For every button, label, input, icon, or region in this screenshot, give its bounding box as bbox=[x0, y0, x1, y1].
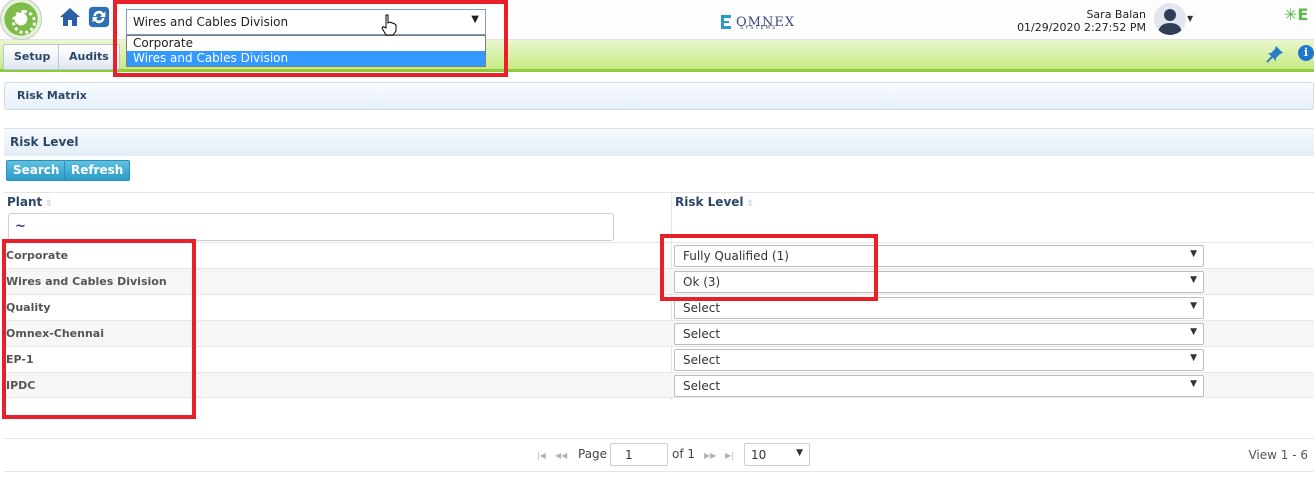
toolbar-divider bbox=[116, 2, 126, 38]
info-icon[interactable]: i bbox=[1298, 45, 1314, 61]
risk-level-value: Select bbox=[683, 301, 721, 315]
table-row: Wires and Cables Division Ok (3) ▼ bbox=[4, 268, 1314, 294]
page-label: Page bbox=[578, 447, 608, 461]
chevron-down-icon: ▼ bbox=[471, 14, 479, 25]
nav-item-setup[interactable]: Setup bbox=[3, 44, 62, 70]
pin-icon[interactable] bbox=[1266, 45, 1284, 63]
chevron-down-icon: ▼ bbox=[1190, 327, 1197, 337]
brand-logo: OMNEX SYSTEMS bbox=[718, 10, 795, 34]
chevron-down-icon: ▼ bbox=[1190, 379, 1197, 389]
risk-level-select[interactable]: Select ▼ bbox=[674, 375, 1204, 397]
next-page-icon[interactable]: ▶▶ bbox=[704, 451, 716, 460]
plant-select[interactable]: Wires and Cables Division ▼ bbox=[126, 9, 486, 35]
risk-level-select[interactable]: Select ▼ bbox=[674, 323, 1204, 345]
page-size-value: 10 bbox=[751, 448, 767, 462]
page-count: of 1 bbox=[672, 447, 696, 461]
nav-item-audits[interactable]: Audits bbox=[58, 44, 120, 70]
grid-pager: |◀ ◀◀ Page 1 of 1 ▶▶ ▶| 10 ▼ View 1 - 6 bbox=[4, 438, 1314, 472]
refresh-icon[interactable] bbox=[88, 6, 110, 28]
dropdown-option-wires[interactable]: Wires and Cables Division bbox=[127, 51, 485, 66]
right-logo: ✳E bbox=[1284, 5, 1309, 24]
user-avatar-icon[interactable] bbox=[1154, 3, 1186, 35]
breadcrumb: Risk Matrix bbox=[4, 82, 1314, 110]
right-logo-letter: E bbox=[1297, 5, 1309, 24]
refresh-button[interactable]: Refresh bbox=[64, 160, 131, 181]
brand-subtitle: SYSTEMS bbox=[740, 25, 778, 31]
column-header-risk-level-label: Risk Level bbox=[675, 195, 744, 209]
plant-select-value: Wires and Cables Division bbox=[133, 15, 289, 29]
session-datetime: 01/29/2020 2:27:52 PM bbox=[1017, 21, 1146, 34]
risk-level-value: Select bbox=[683, 379, 721, 393]
risk-level-value: Fully Qualified (1) bbox=[683, 249, 789, 263]
dropdown-option-corporate[interactable]: Corporate bbox=[127, 36, 485, 51]
prev-page-icon[interactable]: ◀◀ bbox=[555, 451, 567, 460]
plant-cell: Corporate bbox=[6, 249, 69, 262]
chevron-down-icon: ▼ bbox=[1190, 249, 1197, 259]
chevron-down-icon: ▼ bbox=[1190, 353, 1197, 363]
last-page-icon[interactable]: ▶| bbox=[725, 451, 734, 460]
page-number-input[interactable]: 1 bbox=[610, 443, 668, 466]
sort-icon: ⇳ bbox=[746, 199, 755, 209]
grid-header-row: Plant ⇳ Risk Level ⇳ ~ bbox=[4, 192, 1314, 242]
home-icon[interactable] bbox=[58, 5, 82, 29]
user-name: Sara Balan bbox=[1086, 8, 1146, 21]
table-row: Quality Select ▼ bbox=[4, 294, 1314, 320]
first-page-icon[interactable]: |◀ bbox=[537, 451, 546, 460]
sort-icon: ⇳ bbox=[45, 199, 53, 209]
plant-cell: IPDC bbox=[6, 379, 36, 392]
risk-level-value: Ok (3) bbox=[683, 275, 721, 289]
risk-level-select[interactable]: Select ▼ bbox=[674, 297, 1204, 319]
plant-select-dropdown: Corporate Wires and Cables Division bbox=[126, 35, 486, 67]
table-row: Corporate Fully Qualified (1) ▼ bbox=[4, 242, 1314, 268]
plant-cell: Omnex-Chennai bbox=[6, 327, 104, 340]
brand-mark-icon bbox=[721, 15, 731, 29]
user-info: Sara Balan 01/29/2020 2:27:52 PM bbox=[1017, 8, 1146, 34]
column-header-risk-level[interactable]: Risk Level ⇳ bbox=[675, 195, 754, 209]
risk-level-value: Select bbox=[683, 353, 721, 367]
chevron-down-icon: ▼ bbox=[796, 448, 803, 458]
view-range: View 1 - 6 bbox=[1248, 448, 1308, 462]
plant-filter-input[interactable]: ~ bbox=[8, 213, 614, 241]
chevron-down-icon: ▼ bbox=[1190, 275, 1197, 285]
risk-level-value: Select bbox=[683, 327, 721, 341]
table-row: IPDC Select ▼ bbox=[4, 372, 1314, 398]
column-header-plant-label: Plant bbox=[7, 195, 43, 209]
risk-level-select[interactable]: Ok (3) ▼ bbox=[674, 271, 1204, 293]
plant-cell: Wires and Cables Division bbox=[6, 275, 167, 288]
cursor-hand-icon bbox=[381, 14, 397, 36]
column-header-plant[interactable]: Plant ⇳ bbox=[7, 195, 53, 209]
chevron-down-icon: ▼ bbox=[1190, 301, 1197, 311]
risk-level-select[interactable]: Select ▼ bbox=[674, 349, 1204, 371]
panel-title: Risk Level bbox=[4, 128, 1314, 156]
table-row: Omnex-Chennai Select ▼ bbox=[4, 320, 1314, 346]
page-size-select[interactable]: 10 ▼ bbox=[744, 443, 810, 466]
user-menu-caret-icon[interactable]: ▼ bbox=[1187, 14, 1193, 23]
plant-cell: EP-1 bbox=[6, 353, 34, 366]
search-button[interactable]: Search bbox=[6, 160, 67, 181]
plant-cell: Quality bbox=[6, 301, 51, 314]
app-logo-icon[interactable] bbox=[0, 0, 42, 40]
table-row: EP-1 Select ▼ bbox=[4, 346, 1314, 372]
top-bar: Wires and Cables Division ▼ Corporate Wi… bbox=[0, 0, 1314, 67]
risk-level-select[interactable]: Fully Qualified (1) ▼ bbox=[674, 245, 1204, 267]
